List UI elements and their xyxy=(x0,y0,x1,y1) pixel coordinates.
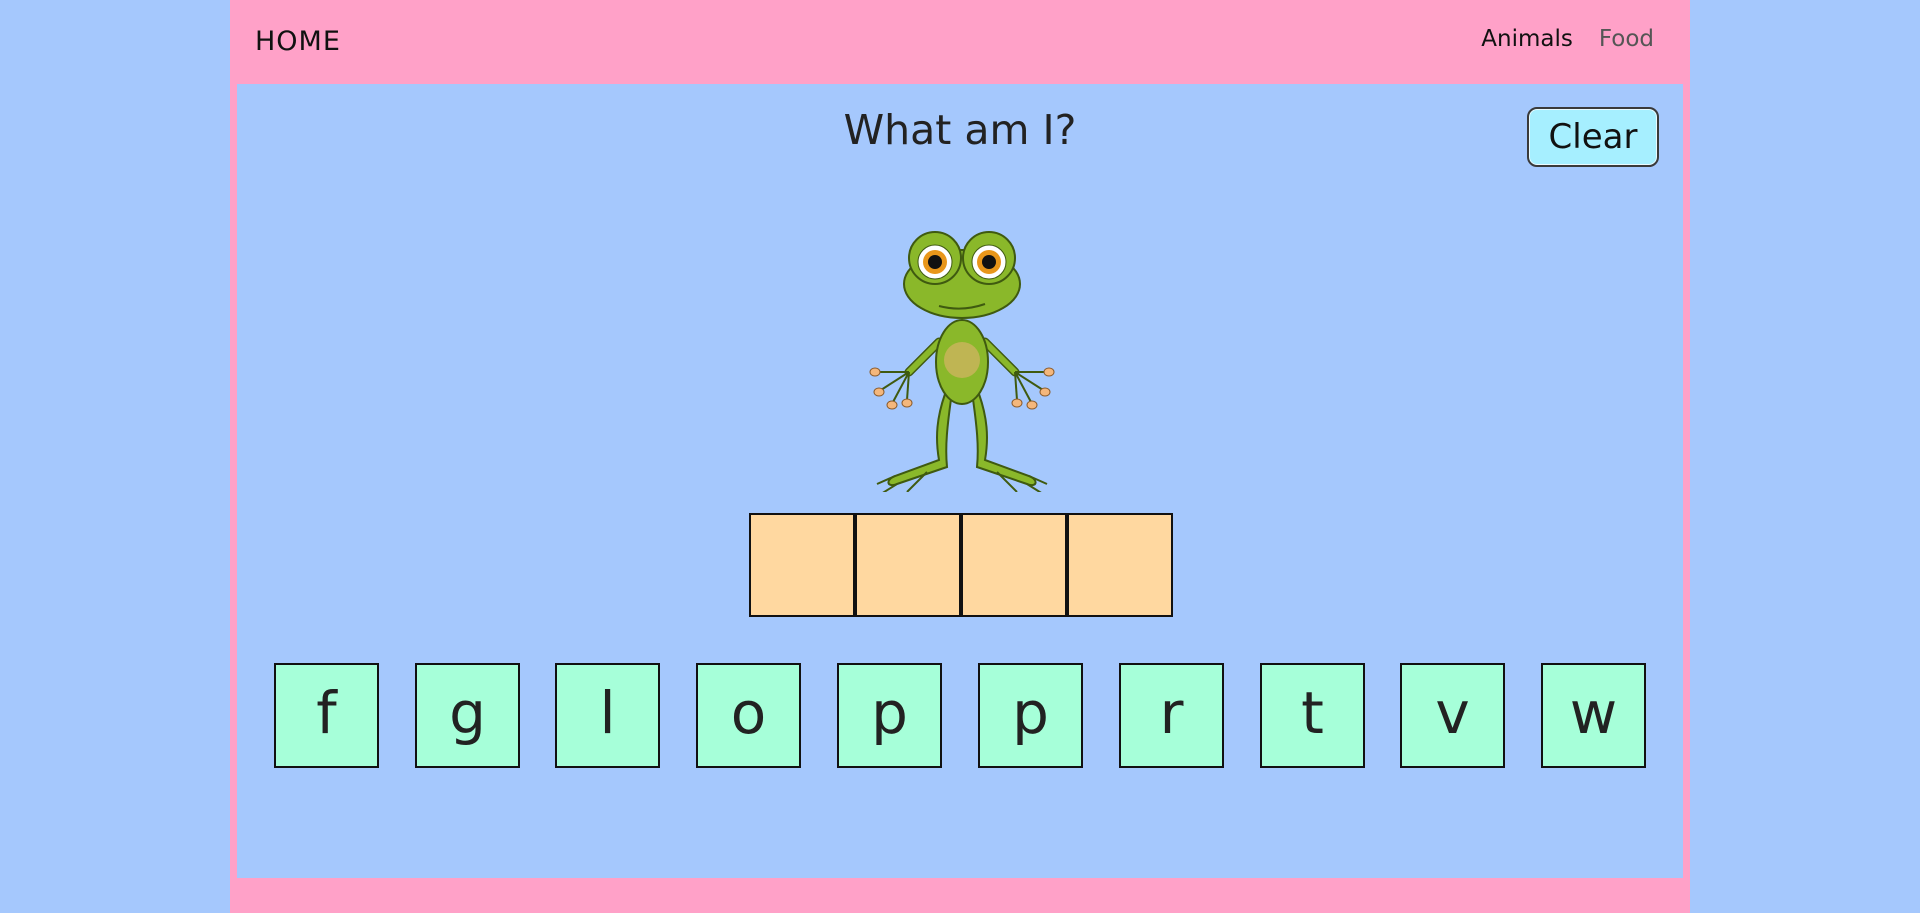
letter-tile[interactable]: p xyxy=(978,663,1083,768)
nav-link-animals[interactable]: Animals xyxy=(1481,26,1573,52)
page-frame: HOME Animals Food What am I? Clear xyxy=(230,0,1690,913)
frog-icon xyxy=(869,231,1055,492)
letter-tile[interactable]: f xyxy=(274,663,379,768)
answer-slot[interactable] xyxy=(1069,515,1171,615)
answer-slot[interactable] xyxy=(751,515,857,615)
letter-tile[interactable]: r xyxy=(1119,663,1224,768)
clear-button[interactable]: Clear xyxy=(1527,107,1659,167)
letter-tile[interactable]: v xyxy=(1400,663,1505,768)
letter-tile[interactable]: w xyxy=(1541,663,1646,768)
nav-links: Animals Food xyxy=(1481,26,1654,52)
letter-tile[interactable]: l xyxy=(555,663,660,768)
home-link[interactable]: HOME xyxy=(255,26,341,57)
answer-slot[interactable] xyxy=(963,515,1069,615)
nav-link-food[interactable]: Food xyxy=(1599,26,1654,52)
answer-slot[interactable] xyxy=(857,515,963,615)
answer-slots xyxy=(749,513,1173,617)
letter-tile[interactable]: o xyxy=(696,663,801,768)
page-title: What am I? xyxy=(843,106,1077,154)
top-nav: HOME Animals Food xyxy=(230,0,1690,84)
letter-tile[interactable]: p xyxy=(837,663,942,768)
letter-tile[interactable]: g xyxy=(415,663,520,768)
letter-tile[interactable]: t xyxy=(1260,663,1365,768)
